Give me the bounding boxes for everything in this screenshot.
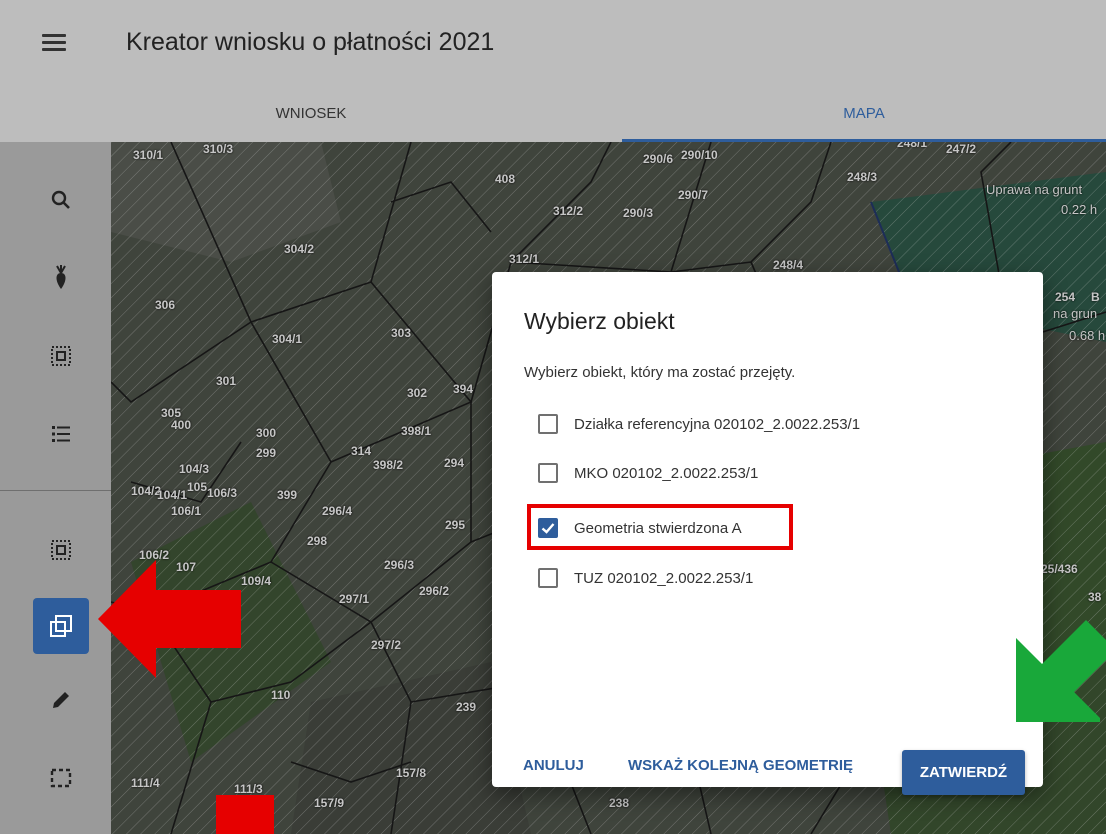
search-tool-button[interactable] <box>33 172 89 228</box>
next-geometry-button[interactable]: WSKAŻ KOLEJNĄ GEOMETRIĘ <box>628 746 853 786</box>
copy-geometry-button[interactable] <box>33 598 89 654</box>
option-mko[interactable]: MKO 020102_2.0022.253/1 <box>538 461 758 485</box>
dialog-title: Wybierz obiekt <box>524 308 675 334</box>
list-tool-button[interactable] <box>33 406 89 462</box>
tab-bar: WNIOSEK MAPA <box>0 86 1106 142</box>
annotation-arrow-down-left-icon <box>1016 620 1106 722</box>
map-tool-rail <box>0 142 111 834</box>
tab-mapa[interactable]: MAPA <box>622 86 1106 142</box>
list-icon <box>52 426 70 442</box>
option-label: MKO 020102_2.0022.253/1 <box>574 464 759 482</box>
crop-tool-button[interactable] <box>33 250 89 306</box>
option-tuz[interactable]: TUZ 020102_2.0022.253/1 <box>538 566 753 590</box>
draw-rectangle-button[interactable] <box>33 750 89 806</box>
dialog-subtitle: Wybierz obiekt, który ma zostać przejęty… <box>524 364 796 381</box>
hamburger-menu-icon[interactable] <box>42 34 66 52</box>
annotation-arrow-left-icon <box>98 560 241 678</box>
search-icon <box>51 190 70 209</box>
select-object-button[interactable] <box>33 522 89 578</box>
plant-icon <box>56 265 66 289</box>
confirm-button[interactable]: ZATWIERDŹ <box>902 750 1025 795</box>
checkbox[interactable] <box>538 463 558 483</box>
copy-geometry-icon <box>50 615 72 637</box>
app-bar: Kreator wniosku o płatności 2021 <box>0 0 1106 86</box>
option-reference-parcel[interactable]: Działka referencyjna 020102_2.0022.253/1 <box>538 412 860 436</box>
checkbox[interactable] <box>538 568 558 588</box>
annotation-marker <box>216 795 274 834</box>
edit-tool-button[interactable] <box>33 672 89 728</box>
tab-wniosek[interactable]: WNIOSEK <box>0 86 622 142</box>
select-area-button[interactable] <box>33 328 89 384</box>
dashed-rectangle-icon <box>50 768 72 788</box>
pencil-icon <box>53 692 69 708</box>
annotation-highlight-box <box>527 504 793 550</box>
selection-icon <box>51 540 71 560</box>
rail-divider <box>0 490 111 491</box>
option-label: TUZ 020102_2.0022.253/1 <box>574 569 754 587</box>
cancel-button[interactable]: ANULUJ <box>523 746 584 786</box>
app-title: Kreator wniosku o płatności 2021 <box>126 28 495 56</box>
option-label: Działka referencyjna 020102_2.0022.253/1 <box>574 415 861 433</box>
selection-icon <box>51 346 71 366</box>
checkbox[interactable] <box>538 414 558 434</box>
